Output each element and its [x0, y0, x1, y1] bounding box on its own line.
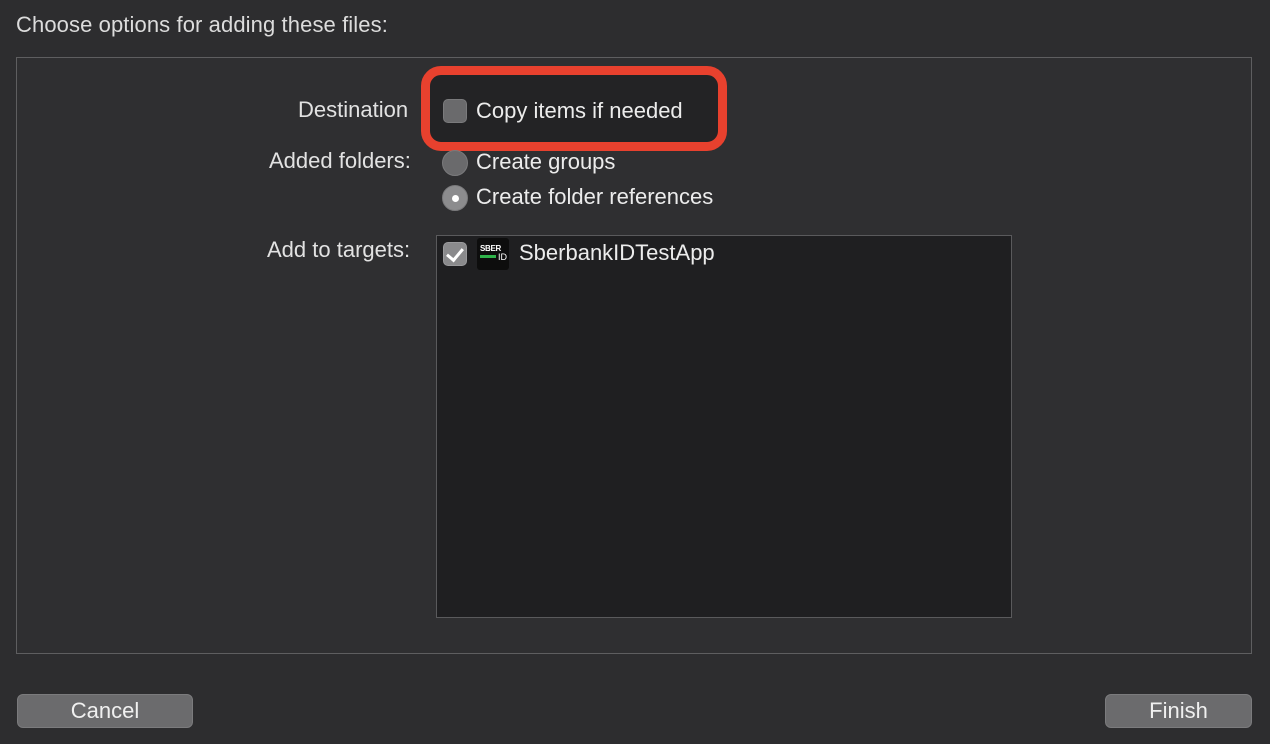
create-groups-radio[interactable] — [442, 150, 468, 176]
dialog-header: Choose options for adding these files: — [16, 12, 388, 37]
app-icon-green-bar — [480, 255, 496, 258]
create-groups-label[interactable]: Create groups — [476, 149, 615, 175]
target-checkbox[interactable] — [443, 242, 467, 266]
copy-items-checkbox[interactable] — [443, 99, 467, 123]
app-icon-id-text: ID — [498, 252, 507, 262]
copy-items-label[interactable]: Copy items if needed — [476, 98, 683, 124]
checkmark-icon — [446, 243, 464, 263]
create-folder-references-radio[interactable] — [442, 185, 468, 211]
radio-selected-dot — [452, 195, 459, 202]
create-folder-references-label[interactable]: Create folder references — [476, 184, 713, 210]
add-files-options-dialog: Choose options for adding these files: D… — [0, 0, 1270, 744]
sberbank-id-app-icon: SBER ID — [477, 238, 509, 270]
destination-label: Destination — [298, 97, 409, 122]
target-name[interactable]: SberbankIDTestApp — [519, 240, 715, 266]
targets-list[interactable] — [436, 235, 1012, 618]
added-folders-label: Added folders: — [269, 148, 411, 173]
cancel-button[interactable]: Cancel — [17, 694, 193, 728]
finish-button[interactable]: Finish — [1105, 694, 1252, 728]
add-to-targets-label: Add to targets: — [267, 237, 411, 262]
